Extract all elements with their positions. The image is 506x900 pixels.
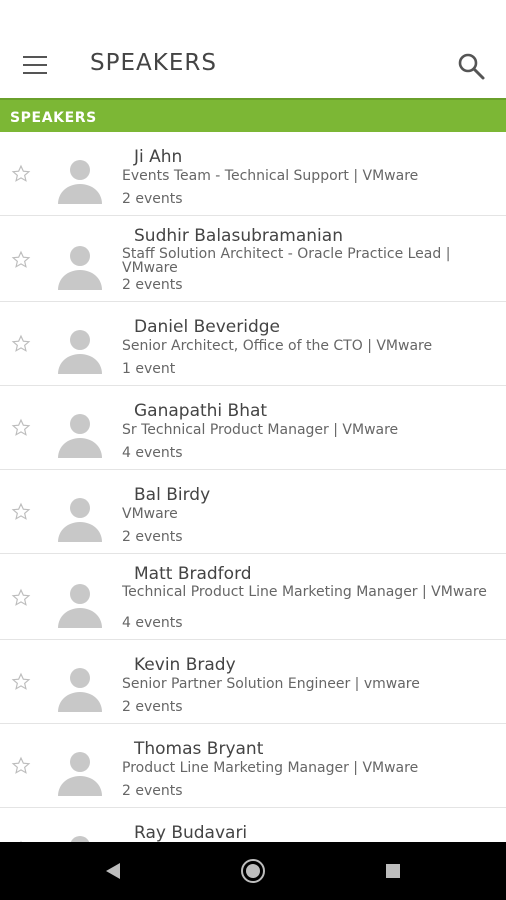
speaker-event-count: 2 events xyxy=(122,529,183,545)
speaker-row[interactable]: Sudhir Balasubramanian Staff Solution Ar… xyxy=(0,216,506,302)
avatar-placeholder-icon xyxy=(56,664,104,712)
speaker-row[interactable]: Thomas Bryant Product Line Marketing Man… xyxy=(0,724,506,808)
speaker-event-count: 2 events xyxy=(122,699,183,715)
favorite-star-icon[interactable] xyxy=(11,672,31,692)
speaker-row[interactable]: Bal Birdy VMware 2 events xyxy=(0,470,506,554)
favorite-star-icon[interactable] xyxy=(11,334,31,354)
speaker-name: Ray Budavari xyxy=(134,823,248,842)
speaker-name: Bal Birdy xyxy=(134,485,211,505)
favorite-star-icon[interactable] xyxy=(11,164,31,184)
speaker-event-count: 4 events xyxy=(122,615,183,631)
speaker-name: Daniel Beveridge xyxy=(134,317,280,337)
speaker-title: Sr Technical Product Manager | VMware xyxy=(122,423,399,437)
speaker-event-count: 2 events xyxy=(122,191,183,207)
speaker-event-count: 2 events xyxy=(122,277,183,293)
app-bar: SPEAKERS xyxy=(0,0,506,98)
favorite-star-icon[interactable] xyxy=(11,588,31,608)
speaker-name: Ganapathi Bhat xyxy=(134,401,268,421)
favorite-star-icon[interactable] xyxy=(11,756,31,776)
speaker-row[interactable]: Kevin Brady Senior Partner Solution Engi… xyxy=(0,640,506,724)
section-header: SPEAKERS xyxy=(0,98,506,132)
speaker-title: Product Line Marketing Manager | VMware xyxy=(122,761,419,775)
home-circle-icon[interactable] xyxy=(240,858,266,884)
speaker-title: VMware xyxy=(122,507,178,521)
speaker-title: Technical Product Line Marketing Manager… xyxy=(122,585,487,599)
speaker-row[interactable]: Matt Bradford Technical Product Line Mar… xyxy=(0,554,506,640)
speaker-name: Kevin Brady xyxy=(134,655,236,675)
system-navigation-bar xyxy=(0,842,506,900)
speaker-event-count: 2 events xyxy=(122,783,183,799)
speaker-title: Staff Solution Architect - Oracle Practi… xyxy=(122,247,451,275)
speaker-title: Senior Partner Solution Engineer | vmwar… xyxy=(122,677,420,691)
favorite-star-icon[interactable] xyxy=(11,250,31,270)
favorite-star-icon[interactable] xyxy=(11,502,31,522)
speaker-row[interactable]: Ray Budavari xyxy=(0,808,506,842)
search-icon[interactable] xyxy=(456,51,486,81)
avatar-placeholder-icon xyxy=(56,326,104,374)
speaker-row[interactable]: Ji Ahn Events Team - Technical Support |… xyxy=(0,132,506,216)
back-triangle-icon[interactable] xyxy=(100,858,126,884)
speaker-event-count: 1 event xyxy=(122,361,176,377)
speaker-name: Thomas Bryant xyxy=(134,739,264,759)
recents-square-icon[interactable] xyxy=(380,858,406,884)
speaker-row[interactable]: Daniel Beveridge Senior Architect, Offic… xyxy=(0,302,506,386)
speaker-title: Events Team - Technical Support | VMware xyxy=(122,169,419,183)
avatar-placeholder-icon xyxy=(56,156,104,204)
speaker-name: Ji Ahn xyxy=(134,147,183,167)
speaker-name: Matt Bradford xyxy=(134,564,252,584)
avatar-placeholder-icon xyxy=(56,242,104,290)
avatar-placeholder-icon xyxy=(56,832,104,842)
speaker-name: Sudhir Balasubramanian xyxy=(134,226,343,246)
avatar-placeholder-icon xyxy=(56,410,104,458)
favorite-star-icon[interactable] xyxy=(11,418,31,438)
hamburger-menu-icon[interactable] xyxy=(22,54,48,76)
speaker-event-count: 4 events xyxy=(122,445,183,461)
page-title: SPEAKERS xyxy=(90,50,217,76)
avatar-placeholder-icon xyxy=(56,494,104,542)
section-header-label: SPEAKERS xyxy=(10,110,97,126)
avatar-placeholder-icon xyxy=(56,580,104,628)
speaker-row[interactable]: Ganapathi Bhat Sr Technical Product Mana… xyxy=(0,386,506,470)
speaker-title: Senior Architect, Office of the CTO | VM… xyxy=(122,339,433,353)
avatar-placeholder-icon xyxy=(56,748,104,796)
speaker-list[interactable]: Ji Ahn Events Team - Technical Support |… xyxy=(0,132,506,842)
